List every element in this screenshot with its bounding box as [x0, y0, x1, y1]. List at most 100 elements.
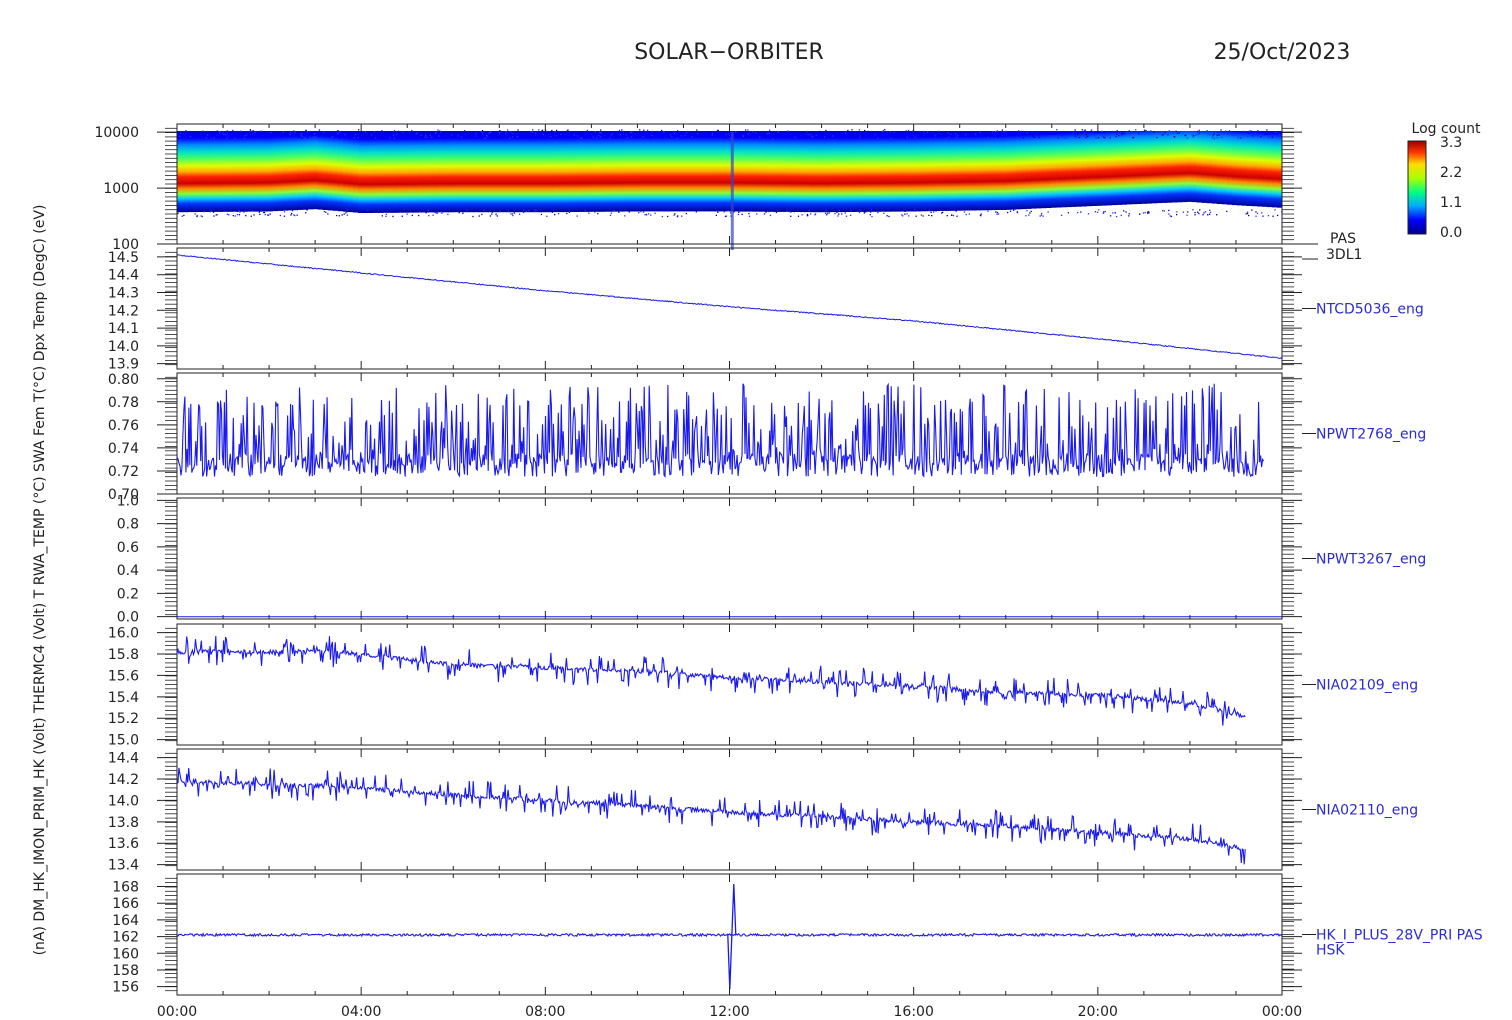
spectrogram-speck	[205, 137, 208, 139]
y-tick-label: 156	[112, 980, 139, 996]
panel-label: NPWT3267_eng	[1316, 552, 1426, 568]
spectrogram-speck	[330, 134, 332, 136]
y-tick-label: 14.4	[108, 751, 139, 767]
spectrogram-column	[669, 131, 675, 212]
spectrogram-speck	[1255, 215, 1257, 217]
spectrogram-speck	[1039, 132, 1041, 134]
spectrogram-speck	[1052, 135, 1054, 137]
spectrogram-speck	[807, 134, 809, 136]
spectrogram-speck	[1186, 137, 1189, 139]
spectrogram-speck	[643, 129, 645, 131]
spectrogram-speck	[252, 210, 254, 212]
spectrogram-speck	[186, 135, 189, 137]
spectrogram-speck	[968, 213, 970, 215]
spectrogram-speck	[353, 137, 356, 139]
spectrogram-speck	[318, 135, 320, 137]
spectrogram-column	[483, 131, 490, 213]
spectrogram-speck	[773, 210, 775, 213]
spectrogram-speck	[993, 134, 995, 136]
spectrogram-speck	[305, 129, 307, 132]
spectrogram-speck	[1254, 132, 1257, 134]
spectrogram-speck	[1040, 214, 1043, 216]
spectrogram-column	[598, 131, 605, 212]
spectrogram-speck	[663, 210, 665, 212]
spectrogram-column	[629, 131, 635, 212]
spectrogram-speck	[327, 213, 329, 215]
spectrogram-speck	[369, 210, 372, 212]
spectrogram-column	[563, 131, 570, 213]
spectrogram-speck	[228, 214, 230, 216]
spectrogram-speck	[636, 136, 639, 139]
spectrogram-speck	[1094, 211, 1096, 213]
spectrogram-column	[880, 131, 886, 212]
spectrogram-speck	[801, 214, 803, 216]
spectrogram-speck	[681, 215, 683, 217]
spectrogram-column	[518, 131, 525, 213]
spectrogram-column	[212, 131, 218, 212]
spectrogram-speck	[480, 131, 482, 133]
spectrogram-column	[578, 131, 585, 212]
spectrogram-speck	[1042, 215, 1044, 217]
spectrogram-speck	[346, 211, 348, 213]
spectrogram-speck	[1077, 133, 1079, 135]
spectrogram-speck	[914, 209, 916, 211]
spectrogram-column	[1066, 131, 1072, 208]
spectrogram-speck	[269, 213, 271, 215]
spectrogram-speck	[428, 215, 430, 217]
spectrogram-speck	[1120, 214, 1122, 217]
spectrogram-column	[699, 131, 706, 212]
spectrogram-speck	[243, 211, 245, 213]
spectrogram-column	[327, 131, 334, 211]
spectrogram-speck	[1216, 137, 1218, 139]
spectrogram-column	[1246, 131, 1253, 206]
spectrogram-speck	[1148, 212, 1150, 214]
spectrogram-speck	[667, 210, 669, 212]
spectrogram-speck	[509, 137, 511, 139]
spectrogram-speck	[415, 133, 417, 135]
spectrogram-speck	[420, 134, 422, 136]
spectrogram-speck	[510, 213, 512, 215]
spectrogram-speck	[499, 211, 501, 213]
spectrogram-speck	[354, 133, 357, 135]
spectrogram-speck	[1199, 209, 1201, 211]
spectrogram-speck	[1182, 211, 1184, 213]
spectrogram-column	[940, 131, 947, 211]
spectrogram-column	[955, 131, 962, 211]
spectrogram-column	[769, 131, 776, 212]
spectrogram-speck	[997, 136, 999, 138]
y-tick-label: 15.8	[108, 647, 139, 663]
spectrogram-speck	[476, 209, 478, 211]
spectrogram-speck	[1097, 137, 1099, 139]
spectrogram-speck	[763, 213, 766, 215]
spectrogram-speck	[528, 210, 530, 212]
spectrogram-speck	[809, 133, 812, 136]
spectrogram-column	[804, 131, 811, 213]
spectrogram-speck	[396, 133, 398, 135]
spectrogram-speck	[393, 130, 396, 132]
spectrogram-speck	[401, 215, 403, 217]
spectrogram-column	[553, 131, 560, 213]
spectrogram-column	[1091, 131, 1097, 206]
spectrogram-speck	[584, 136, 586, 139]
spectrogram-speck	[599, 136, 602, 138]
spectrogram-speck	[306, 137, 309, 139]
spectrogram-speck	[610, 212, 613, 214]
spectrogram-speck	[342, 131, 344, 133]
spectrogram-speck	[618, 211, 620, 213]
spectrogram-speck	[243, 137, 245, 140]
spectrogram-speck	[786, 210, 788, 212]
spectrogram-speck	[1163, 210, 1165, 212]
spectrogram-speck	[1123, 133, 1125, 135]
spectrogram-speck	[824, 136, 826, 138]
spectrogram-speck	[444, 132, 446, 134]
spectrogram-speck	[808, 209, 810, 212]
spectrogram-speck	[541, 129, 544, 131]
spectrogram-speck	[835, 210, 837, 212]
spectrogram-speck	[532, 129, 534, 131]
spectrogram-speck	[594, 131, 596, 133]
spectrogram-column	[915, 131, 921, 212]
spectrogram-speck	[647, 129, 649, 131]
spectrogram-speck	[551, 211, 553, 213]
spectrogram-speck	[801, 132, 804, 135]
spectrogram-speck	[599, 131, 601, 134]
